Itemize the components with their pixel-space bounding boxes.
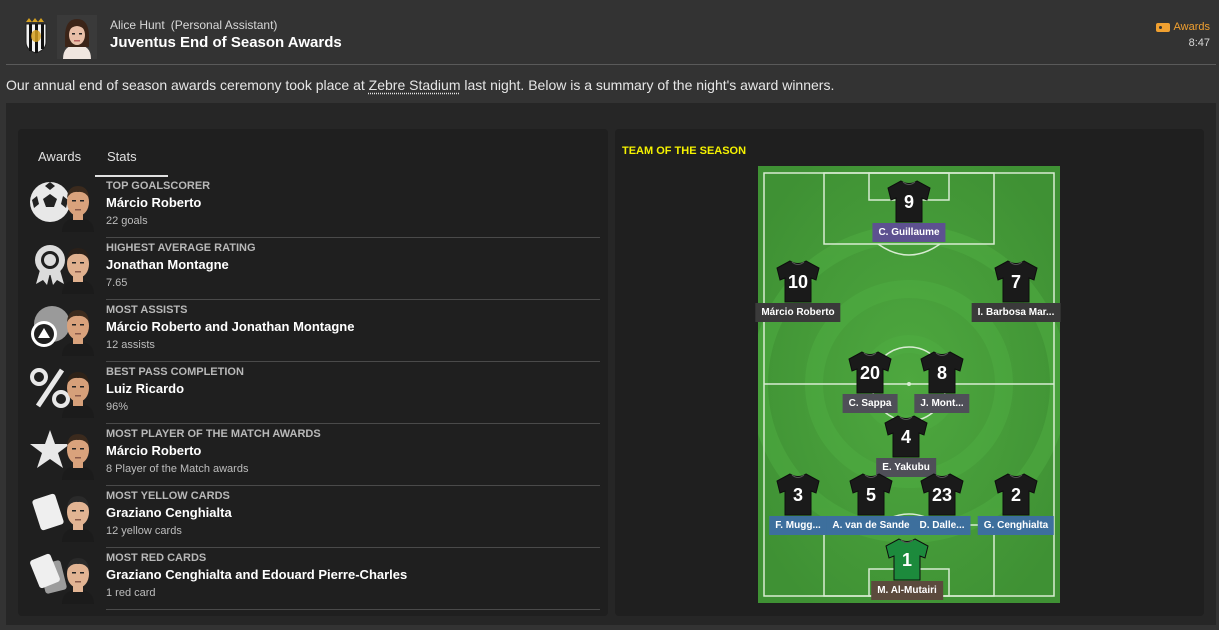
stat-category: MOST ASSISTS xyxy=(106,304,188,316)
player-face[interactable] xyxy=(60,242,96,294)
intro-after: last night. Below is a summary of the ni… xyxy=(460,77,835,93)
stat-winner[interactable]: Márcio Roberto xyxy=(106,195,201,210)
player-face[interactable] xyxy=(60,366,96,418)
player-goalkeeper[interactable]: 1 M. Al-Mutairi xyxy=(862,536,952,606)
tab-stats[interactable]: Stats xyxy=(107,149,137,164)
stat-row[interactable]: HIGHEST AVERAGE RATING Jonathan Montagne 7… xyxy=(24,238,600,300)
stat-value: 7.65 xyxy=(106,277,128,289)
stat-row[interactable]: BEST PASS COMPLETION Luiz Ricardo 96% xyxy=(24,362,600,424)
juventus-badge-icon xyxy=(25,18,47,54)
stat-row[interactable]: MOST ASSISTS Márcio Roberto and Jonathan … xyxy=(24,300,600,362)
stat-category: MOST PLAYER OF THE MATCH AWARDS xyxy=(106,428,321,440)
player-name-label[interactable]: C. Guillaume xyxy=(872,223,946,242)
stat-category: HIGHEST AVERAGE RATING xyxy=(106,242,256,254)
player-face[interactable] xyxy=(60,490,96,542)
stat-category: BEST PASS COMPLETION xyxy=(106,366,244,378)
stat-row[interactable]: MOST RED CARDS Graziano Cenghialta and Ed… xyxy=(24,548,600,610)
shirt-number: 1 xyxy=(901,550,912,570)
stats-panel: Awards Stats TOP GOALSCORER Márcio Robert… xyxy=(18,129,608,616)
player-striker[interactable]: 9 C. Guillaume xyxy=(864,178,954,248)
stat-row[interactable]: TOP GOALSCORER Márcio Roberto 22 goals xyxy=(24,176,600,238)
player-name-label[interactable]: D. Dalle... xyxy=(913,516,971,535)
stat-winner[interactable]: Jonathan Montagne xyxy=(106,257,229,272)
player-left-winger[interactable]: 10 Márcio Roberto xyxy=(753,258,843,328)
player-name-label[interactable]: I. Barbosa Mar... xyxy=(971,303,1061,322)
stat-value: 1 red card xyxy=(106,587,156,599)
player-face[interactable] xyxy=(60,552,96,604)
stat-row[interactable]: MOST YELLOW CARDS Graziano Cenghialta 12 y… xyxy=(24,486,600,548)
team-of-season-panel: TEAM OF THE SEASON 9 C. Guillaume 10 Már… xyxy=(615,129,1204,616)
player-face[interactable] xyxy=(60,180,96,232)
shirt-number: 7 xyxy=(1010,272,1021,292)
message-tag[interactable]: Awards xyxy=(1155,21,1210,33)
intro-before: Our annual end of season awards ceremony… xyxy=(6,77,369,93)
stat-winner[interactable]: Graziano Cenghialta xyxy=(106,505,232,520)
stat-value: 12 assists xyxy=(106,339,155,351)
shirt-number: 9 xyxy=(903,192,914,212)
tab-awards[interactable]: Awards xyxy=(38,149,81,164)
stat-winner[interactable]: Márcio Roberto and Jonathan Montagne xyxy=(106,319,354,334)
stat-winner[interactable]: Graziano Cenghialta and Edouard Pierre-C… xyxy=(106,567,407,582)
shirt-number: 2 xyxy=(1010,485,1021,505)
player-name-label[interactable]: J. Mont... xyxy=(914,394,970,413)
tag-icon xyxy=(1155,22,1170,32)
pitch: 9 C. Guillaume 10 Márcio Roberto 7 I. Barbosa… xyxy=(750,166,1068,606)
header-divider xyxy=(6,64,1216,65)
shirt-number: 8 xyxy=(936,363,947,383)
stat-category: MOST YELLOW CARDS xyxy=(106,490,230,502)
stat-category: MOST RED CARDS xyxy=(106,552,207,564)
player-face[interactable] xyxy=(60,304,96,356)
stat-winner[interactable]: Luiz Ricardo xyxy=(106,381,184,396)
intro-text: Our annual end of season awards ceremony… xyxy=(6,77,834,93)
player-right-winger[interactable]: 7 I. Barbosa Mar... xyxy=(971,258,1061,328)
message-header: Alice Hunt (Personal Assistant) Juventus … xyxy=(0,0,1219,64)
team-of-season-title: TEAM OF THE SEASON xyxy=(622,145,747,157)
panel-tabs: Awards Stats xyxy=(18,129,608,177)
stat-value: 12 yellow cards xyxy=(106,525,182,537)
player-name-label[interactable]: G. Cenghialta xyxy=(977,516,1055,535)
player-name-label[interactable]: M. Al-Mutairi xyxy=(871,581,943,600)
stat-value: 96% xyxy=(106,401,129,413)
player-face[interactable] xyxy=(60,428,96,480)
player-name-label[interactable]: F. Mugg... xyxy=(769,516,827,535)
sender-name[interactable]: Alice Hunt xyxy=(110,18,165,32)
stat-value: 22 goals xyxy=(106,215,148,227)
shirt-number: 10 xyxy=(787,272,809,292)
tag-label: Awards xyxy=(1173,21,1210,33)
player-name-label[interactable]: C. Sappa xyxy=(842,394,898,413)
stat-row[interactable]: MOST PLAYER OF THE MATCH AWARDS Márcio Ro… xyxy=(24,424,600,486)
player-central-midfielder[interactable]: 8 J. Mont... xyxy=(897,349,987,419)
sender-line: Alice Hunt (Personal Assistant) xyxy=(110,18,277,32)
player-right-back[interactable]: 2 G. Cenghialta xyxy=(971,471,1061,541)
message-time: 8:47 xyxy=(1188,37,1210,49)
shirt-number: 4 xyxy=(900,427,911,447)
stat-category: TOP GOALSCORER xyxy=(106,180,211,192)
sender-avatar[interactable] xyxy=(57,15,97,59)
stadium-link[interactable]: Zebre Stadium xyxy=(369,77,461,93)
sender-role: (Personal Assistant) xyxy=(170,18,278,32)
player-name-label[interactable]: Márcio Roberto xyxy=(755,303,841,322)
message-title: Juventus End of Season Awards xyxy=(110,34,342,51)
stat-value: 8 Player of the Match awards xyxy=(106,463,249,475)
stat-winner[interactable]: Márcio Roberto xyxy=(106,443,201,458)
row-divider xyxy=(106,609,600,610)
